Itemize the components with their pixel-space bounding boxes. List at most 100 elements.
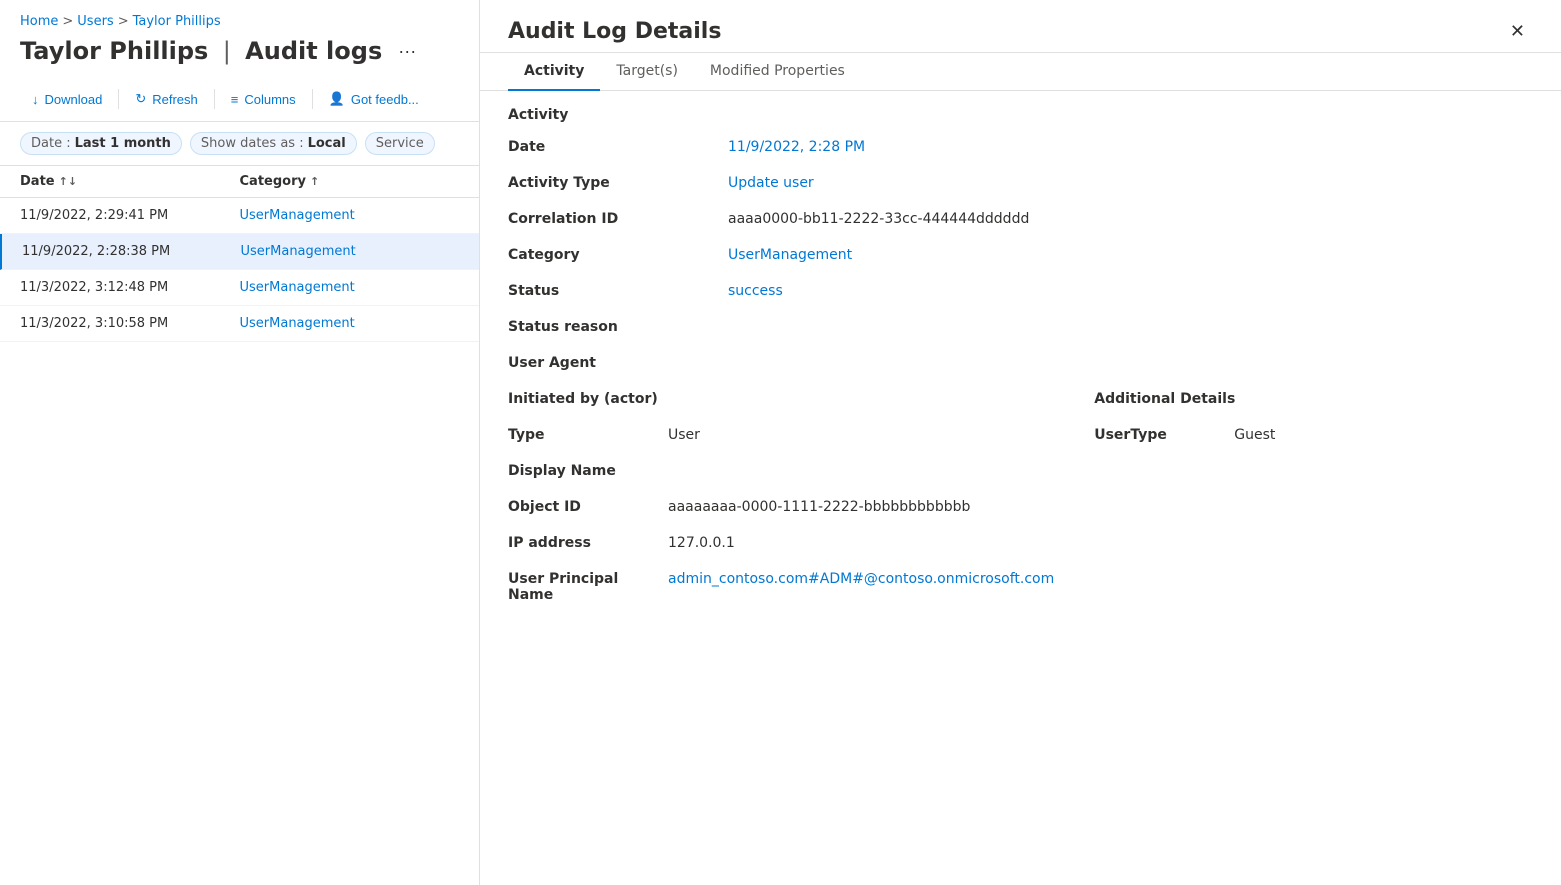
breadcrumb: Home > Users > Taylor Phillips	[0, 0, 479, 35]
row-date-3: 11/3/2022, 3:12:48 PM	[20, 280, 240, 295]
actor-upn-value[interactable]: admin_contoso.com#ADM#@contoso.onmicroso…	[668, 571, 1054, 587]
row-category-2[interactable]: UserManagement	[241, 244, 460, 259]
field-date-value[interactable]: 11/9/2022, 2:28 PM	[728, 139, 1533, 155]
additional-user-type-value: Guest	[1234, 427, 1533, 443]
filters-row: Date : Last 1 month Show dates as : Loca…	[0, 122, 479, 166]
date-filter-value: Last 1 month	[75, 136, 171, 151]
show-dates-filter[interactable]: Show dates as : Local	[190, 132, 357, 155]
row-category-1[interactable]: UserManagement	[240, 208, 460, 223]
sort-icon-date: ↑↓	[59, 175, 77, 188]
actor-type-value: User	[668, 427, 1054, 443]
field-correlation-id-label: Correlation ID	[508, 211, 728, 227]
row-category-3[interactable]: UserManagement	[240, 280, 460, 295]
field-correlation-id-value: aaaa0000-bb11-2222-33cc-444444dddddd	[728, 211, 1533, 227]
field-status-value[interactable]: success	[728, 283, 1533, 299]
field-date-label: Date	[508, 139, 728, 155]
field-status-label: Status	[508, 283, 728, 299]
row-date-2: 11/9/2022, 2:28:38 PM	[22, 244, 241, 259]
actor-ip-address: IP address 127.0.0.1	[508, 535, 1054, 551]
table-row[interactable]: 11/3/2022, 3:10:58 PM UserManagement	[0, 306, 479, 342]
field-correlation-id: Correlation ID aaaa0000-bb11-2222-33cc-4…	[508, 211, 1533, 227]
field-status: Status success	[508, 283, 1533, 299]
sort-icon-category: ↑	[310, 175, 319, 188]
actor-object-id-value: aaaaaaaa-0000-1111-2222-bbbbbbbbbbbb	[668, 499, 1054, 515]
table-row[interactable]: 11/3/2022, 3:12:48 PM UserManagement	[0, 270, 479, 306]
service-filter[interactable]: Service	[365, 132, 435, 155]
detail-tabs: Activity Target(s) Modified Properties	[480, 53, 1561, 91]
field-status-reason-label: Status reason	[508, 319, 728, 335]
actor-section-title: Initiated by (actor)	[508, 391, 1054, 407]
toolbar-divider-1	[118, 89, 119, 109]
detail-title: Audit Log Details	[508, 19, 721, 44]
additional-user-type-label: UserType	[1094, 427, 1234, 443]
row-category-4[interactable]: UserManagement	[240, 316, 460, 331]
actor-ip-address-value: 127.0.0.1	[668, 535, 1054, 551]
breadcrumb-users[interactable]: Users	[77, 14, 113, 29]
actor-object-id-label: Object ID	[508, 499, 668, 515]
tab-targets[interactable]: Target(s)	[600, 53, 694, 91]
field-user-agent: User Agent	[508, 355, 1533, 371]
columns-label: Columns	[244, 92, 295, 107]
refresh-button[interactable]: ↻ Refresh	[123, 85, 209, 113]
additional-user-type: UserType Guest	[1094, 427, 1533, 443]
col-date[interactable]: Date ↑↓	[20, 174, 240, 189]
actor-type: Type User	[508, 427, 1054, 443]
date-filter[interactable]: Date : Last 1 month	[20, 132, 182, 155]
table-header: Date ↑↓ Category ↑	[0, 166, 479, 198]
row-date-4: 11/3/2022, 3:10:58 PM	[20, 316, 240, 331]
refresh-icon: ↻	[135, 91, 146, 107]
field-activity-type-label: Activity Type	[508, 175, 728, 191]
tab-modified-properties[interactable]: Modified Properties	[694, 53, 861, 91]
table-row[interactable]: 11/9/2022, 2:28:38 PM UserManagement	[0, 234, 479, 270]
field-activity-type-value[interactable]: Update user	[728, 175, 1533, 191]
download-icon: ↓	[32, 92, 39, 107]
field-activity-type: Activity Type Update user	[508, 175, 1533, 191]
actor-type-label: Type	[508, 427, 668, 443]
actor-upn-label: User Principal Name	[508, 571, 668, 603]
actor-display-name-label: Display Name	[508, 463, 668, 479]
row-date-1: 11/9/2022, 2:29:41 PM	[20, 208, 240, 223]
breadcrumb-home[interactable]: Home	[20, 14, 58, 29]
actor-object-id: Object ID aaaaaaaa-0000-1111-2222-bbbbbb…	[508, 499, 1054, 515]
field-category: Category UserManagement	[508, 247, 1533, 263]
download-label: Download	[45, 92, 103, 107]
toolbar-divider-2	[214, 89, 215, 109]
feedback-icon: 👤	[329, 91, 345, 107]
more-options-button[interactable]: ···	[392, 39, 422, 64]
close-button[interactable]: ✕	[1502, 18, 1533, 44]
field-date: Date 11/9/2022, 2:28 PM	[508, 139, 1533, 155]
service-filter-label: Service	[376, 136, 424, 151]
download-button[interactable]: ↓ Download	[20, 86, 114, 113]
actor-display-name: Display Name	[508, 463, 1054, 479]
columns-button[interactable]: ≡ Columns	[219, 86, 308, 113]
tab-activity[interactable]: Activity	[508, 53, 600, 91]
two-col-section: Initiated by (actor) Type User Display N…	[508, 391, 1533, 623]
actor-ip-address-label: IP address	[508, 535, 668, 551]
toolbar-divider-3	[312, 89, 313, 109]
additional-section-title: Additional Details	[1094, 391, 1533, 407]
left-panel: Home > Users > Taylor Phillips Taylor Ph…	[0, 0, 480, 885]
actor-section: Initiated by (actor) Type User Display N…	[508, 391, 1054, 623]
page-title-row: Taylor Phillips | Audit logs ···	[0, 35, 479, 81]
toolbar: ↓ Download ↻ Refresh ≡ Columns 👤 Got fee…	[0, 81, 479, 122]
field-category-value[interactable]: UserManagement	[728, 247, 1533, 263]
additional-section: Additional Details UserType Guest	[1094, 391, 1533, 623]
feedback-button[interactable]: 👤 Got feedb...	[317, 85, 431, 113]
show-dates-filter-value: Local	[308, 136, 346, 151]
feedback-label: Got feedb...	[351, 92, 419, 107]
col-category[interactable]: Category ↑	[240, 174, 460, 189]
actor-upn: User Principal Name admin_contoso.com#AD…	[508, 571, 1054, 603]
right-panel: Audit Log Details ✕ Activity Target(s) M…	[480, 0, 1561, 885]
table-row[interactable]: 11/9/2022, 2:29:41 PM UserManagement	[0, 198, 479, 234]
breadcrumb-user-name[interactable]: Taylor Phillips	[133, 14, 221, 29]
show-dates-filter-label: Show dates as :	[201, 136, 304, 151]
field-status-reason: Status reason	[508, 319, 1533, 335]
audit-log-table: Date ↑↓ Category ↑ 11/9/2022, 2:29:41 PM…	[0, 166, 479, 885]
page-title: Taylor Phillips | Audit logs	[20, 37, 382, 65]
activity-section-title: Activity	[508, 107, 1533, 123]
field-category-label: Category	[508, 247, 728, 263]
date-filter-label: Date :	[31, 136, 71, 151]
detail-body: Activity Date 11/9/2022, 2:28 PM Activit…	[480, 91, 1561, 885]
field-user-agent-label: User Agent	[508, 355, 728, 371]
refresh-label: Refresh	[152, 92, 198, 107]
